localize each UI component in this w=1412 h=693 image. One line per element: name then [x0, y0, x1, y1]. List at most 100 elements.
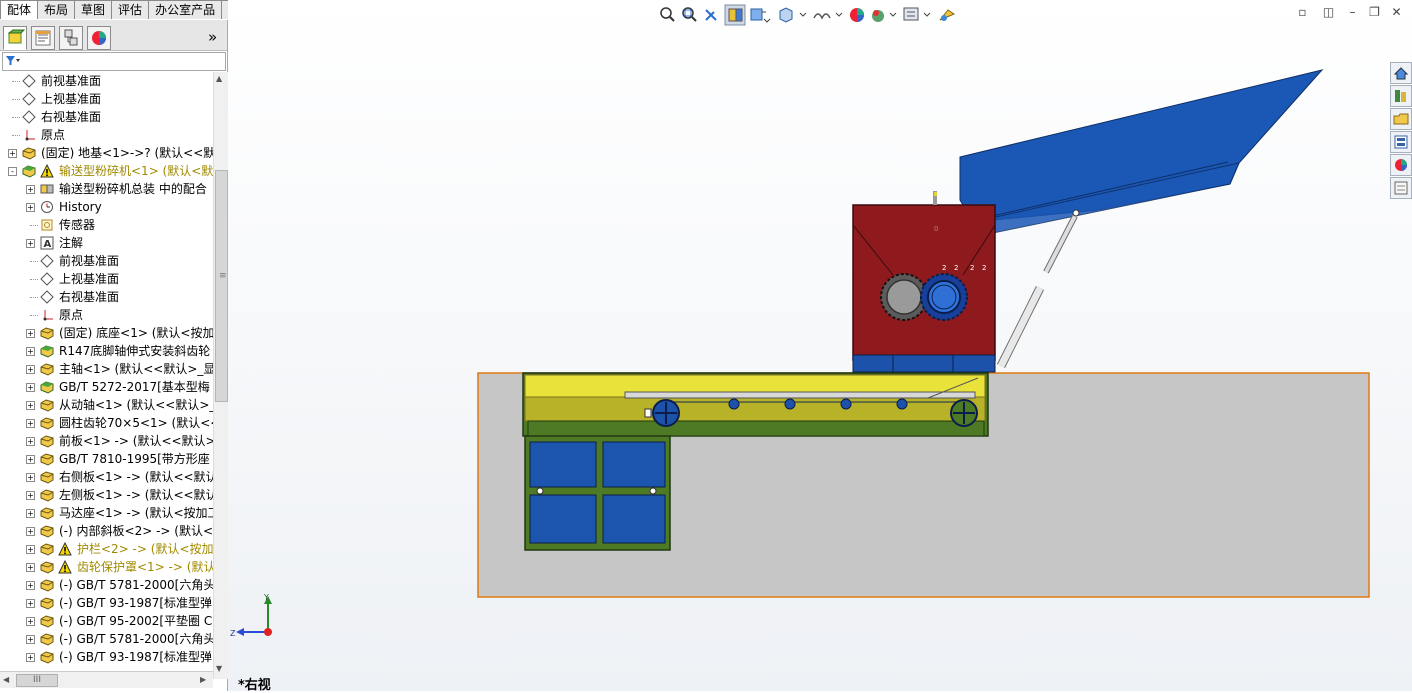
tree-item[interactable]: + (-) GB/T 95-2002[平垫圈 C: [0, 612, 213, 630]
expand-icon[interactable]: +: [26, 581, 35, 590]
command-tab[interactable]: 草图: [74, 0, 113, 19]
expand-icon[interactable]: +: [26, 599, 35, 608]
scroll-left-icon[interactable]: ◀: [3, 675, 9, 684]
tree-item[interactable]: 右视基准面: [0, 108, 213, 126]
feature-tree-icon[interactable]: [3, 26, 27, 50]
tree-item[interactable]: + (固定) 底座<1> (默认<按加: [0, 324, 213, 342]
tree-item-label: 右侧板<1> -> (默认<<默认: [59, 470, 213, 484]
scroll-up-icon[interactable]: ▲: [216, 74, 222, 83]
model-marker: 2: [970, 264, 974, 272]
tree-item[interactable]: 原点: [0, 306, 213, 324]
tree-item[interactable]: + (-) GB/T 5781-2000[六角头: [0, 576, 213, 594]
hscroll-thumb[interactable]: III: [16, 674, 58, 687]
command-tab[interactable]: 布局: [37, 0, 76, 19]
expand-icon[interactable]: +: [26, 653, 35, 662]
tree-item[interactable]: + GB/T 7810-1995[带方形座: [0, 450, 213, 468]
expand-icon[interactable]: +: [26, 383, 35, 392]
tree-item[interactable]: + (-) GB/T 93-1987[标准型弹: [0, 648, 213, 666]
tree-item[interactable]: + A 注解: [0, 234, 213, 252]
scroll-right-icon[interactable]: ▶: [200, 675, 206, 684]
feature-manager-panel: » 前视基准面 上视基准面 右视基准面 原点 + (固定) 地基<1>->? (默认<<默…: [0, 20, 237, 691]
expand-icon[interactable]: +: [26, 635, 35, 644]
expand-icon[interactable]: +: [26, 203, 35, 212]
tree-item[interactable]: 前视基准面: [0, 252, 213, 270]
command-tab[interactable]: 评估: [111, 0, 150, 19]
tree-item-label: (-) GB/T 5781-2000[六角头: [59, 578, 213, 592]
tree-vertical-scrollbar[interactable]: ▲ ≡ ▼: [213, 72, 228, 679]
expand-icon[interactable]: +: [26, 329, 35, 338]
part-icon: [40, 326, 54, 340]
tree-filter-bar[interactable]: [2, 52, 226, 71]
tree-item[interactable]: + R147底脚轴伸式安装斜齿轮: [0, 342, 213, 360]
tree-item[interactable]: + History: [0, 198, 213, 216]
expand-icon[interactable]: +: [26, 239, 35, 248]
expand-icon[interactable]: +: [26, 509, 35, 518]
expand-icon[interactable]: +: [26, 473, 35, 482]
expand-icon[interactable]: +: [8, 149, 17, 158]
svg-text:A: A: [44, 239, 52, 250]
scroll-thumb[interactable]: ≡: [215, 170, 228, 402]
tree-item[interactable]: + 主轴<1> (默认<<默认>_显: [0, 360, 213, 378]
motor-box[interactable]: [524, 435, 671, 551]
tree-horizontal-scrollbar[interactable]: ◀ III ▶: [0, 671, 213, 688]
expand-icon[interactable]: +: [26, 491, 35, 500]
expand-icon[interactable]: +: [26, 185, 35, 194]
expand-icon[interactable]: +: [26, 347, 35, 356]
tree-item[interactable]: + GB/T 5272-2017[基本型梅: [0, 378, 213, 396]
tree-item-label: 从动轴<1> (默认<<默认>_: [59, 398, 213, 412]
part-icon: [40, 650, 54, 664]
tree-item[interactable]: + 输送型粉碎机总装 中的配合: [0, 180, 213, 198]
tree-item-label: 前视基准面: [41, 74, 102, 88]
tree-item[interactable]: + 马达座<1> -> (默认<按加工: [0, 504, 213, 522]
tree-item[interactable]: + (-) GB/T 5781-2000[六角头: [0, 630, 213, 648]
scroll-down-icon[interactable]: ▼: [216, 664, 222, 673]
expand-icon[interactable]: +: [26, 617, 35, 626]
command-tab[interactable]: 办公室产品: [148, 0, 223, 19]
tree-item[interactable]: 原点: [0, 126, 213, 144]
configuration-manager-icon[interactable]: [59, 26, 83, 50]
tree-item[interactable]: + 右侧板<1> -> (默认<<默认: [0, 468, 213, 486]
tree-item[interactable]: - 输送型粉碎机<1> (默认<默: [0, 162, 213, 180]
tree-item[interactable]: + (固定) 地基<1>->? (默认<<默: [0, 144, 213, 162]
tree-item[interactable]: + 圆柱齿轮70×5<1> (默认<<: [0, 414, 213, 432]
tree-item-label: GB/T 5272-2017[基本型梅: [59, 380, 210, 394]
tree-item[interactable]: + 护栏<2> -> (默认<按加: [0, 540, 213, 558]
tree-item[interactable]: 上视基准面: [0, 270, 213, 288]
conveyor[interactable]: [522, 372, 989, 437]
expand-icon[interactable]: +: [26, 419, 35, 428]
tree-item-label: (固定) 地基<1>->? (默认<<默: [41, 146, 213, 160]
mates-icon: [40, 182, 54, 196]
model-marker: 2: [942, 264, 946, 272]
expand-icon[interactable]: +: [26, 365, 35, 374]
expand-icon[interactable]: +: [26, 437, 35, 446]
tree-item-label: 上视基准面: [59, 272, 120, 286]
expand-icon[interactable]: +: [26, 527, 35, 536]
expand-icon[interactable]: +: [26, 563, 35, 572]
warning-icon: [40, 163, 54, 180]
tree-item-label: 主轴<1> (默认<<默认>_显: [59, 362, 213, 376]
property-manager-icon[interactable]: [31, 26, 55, 50]
tree-item[interactable]: + 从动轴<1> (默认<<默认>_: [0, 396, 213, 414]
collapse-icon[interactable]: -: [8, 167, 17, 176]
expand-chevron[interactable]: »: [208, 28, 217, 46]
tree-item[interactable]: + (-) 内部斜板<2> -> (默认<: [0, 522, 213, 540]
tree-item[interactable]: 传感器: [0, 216, 213, 234]
tree-item[interactable]: + 左侧板<1> -> (默认<<默认: [0, 486, 213, 504]
tree-item[interactable]: 上视基准面: [0, 90, 213, 108]
tree-item[interactable]: 前视基准面: [0, 72, 213, 90]
filter-icon[interactable]: [3, 53, 23, 68]
expand-icon[interactable]: +: [26, 545, 35, 554]
display-manager-icon[interactable]: [87, 26, 111, 50]
assembly-icon: [40, 344, 54, 358]
tree-item[interactable]: + (-) GB/T 93-1987[标准型弹: [0, 594, 213, 612]
tree-item-label: (-) GB/T 93-1987[标准型弹: [59, 596, 213, 610]
tree-item[interactable]: + 齿轮保护罩<1> -> (默认: [0, 558, 213, 576]
tree-item[interactable]: 右视基准面: [0, 288, 213, 306]
command-tab[interactable]: 配体: [0, 0, 39, 19]
feed-hopper[interactable]: [959, 69, 1324, 234]
crusher-housing[interactable]: 0 2 2 2 2: [852, 191, 996, 361]
expand-icon[interactable]: +: [26, 401, 35, 410]
expand-icon[interactable]: +: [26, 455, 35, 464]
graphics-area[interactable]: ▫ ◫ – ❐ ✕ 0 2 2 2 2 Y Z *右视: [228, 0, 1412, 693]
tree-item[interactable]: + 前板<1> -> (默认<<默认>: [0, 432, 213, 450]
